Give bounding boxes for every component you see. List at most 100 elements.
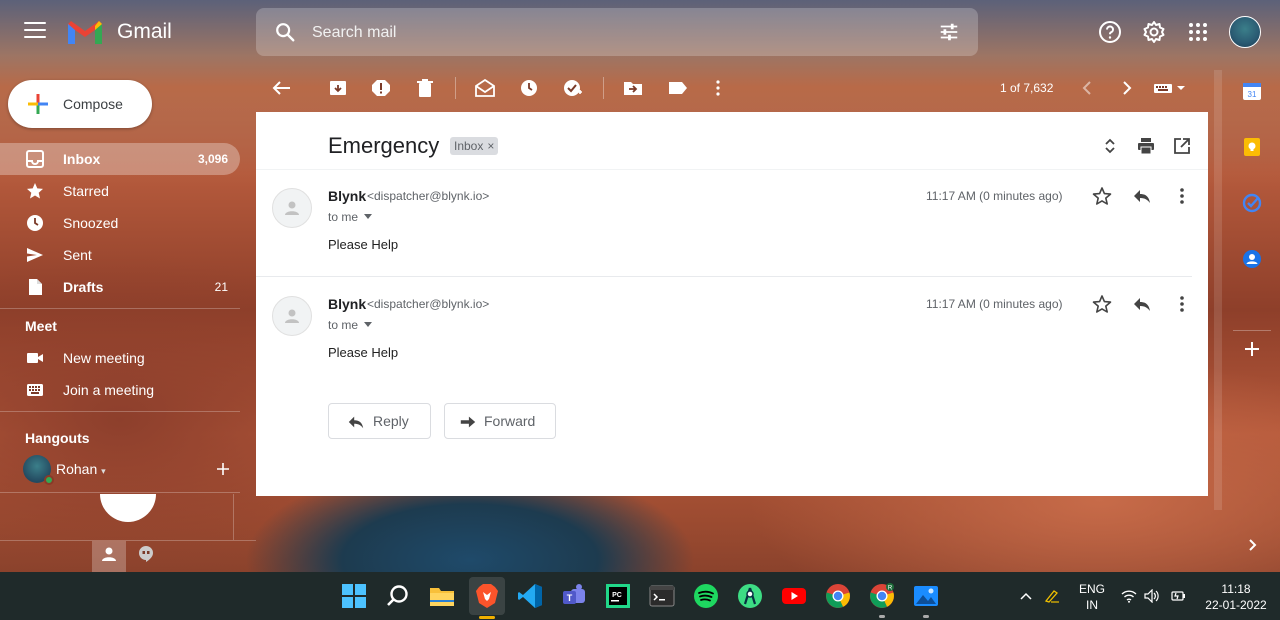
open-in-new-window-icon[interactable] — [1173, 137, 1191, 155]
sidebar-item-drafts[interactable]: Drafts 21 — [0, 271, 240, 303]
move-to-folder-icon[interactable] — [623, 79, 643, 97]
teams-icon[interactable]: T — [561, 583, 587, 609]
expand-all-icon[interactable] — [1101, 137, 1119, 155]
reply-arrow-icon[interactable] — [1132, 294, 1152, 314]
sidebar-divider — [0, 411, 240, 412]
hangouts-divider — [0, 492, 240, 493]
sender-avatar[interactable] — [272, 296, 312, 336]
spotify-icon[interactable] — [693, 583, 719, 609]
hangouts-user-label: Rohan — [56, 461, 98, 477]
get-addons-plus-icon[interactable] — [1242, 339, 1262, 359]
calendar-icon[interactable]: 31 — [1242, 81, 1262, 101]
forward-label: Forward — [484, 413, 536, 429]
chrome-profile-icon[interactable]: R — [869, 583, 895, 609]
new-meeting-button[interactable]: New meeting — [0, 342, 240, 374]
online-status-dot — [44, 475, 54, 485]
chrome-icon[interactable] — [825, 583, 851, 609]
snooze-clock-icon[interactable] — [519, 79, 539, 97]
vscode-icon[interactable] — [517, 583, 543, 609]
battery-icon[interactable] — [1170, 589, 1186, 603]
add-contact-plus-icon[interactable] — [216, 462, 230, 476]
back-arrow-icon[interactable] — [272, 79, 292, 97]
terminal-icon[interactable] — [649, 583, 675, 609]
message-body: Please Help — [328, 237, 399, 252]
delete-trash-icon[interactable] — [415, 79, 435, 97]
sidebar-item-starred[interactable]: Starred — [0, 175, 240, 207]
message-toolbar — [256, 64, 1216, 112]
inbox-label-chip[interactable]: Inbox × — [450, 137, 499, 155]
email-subject: Emergency — [328, 133, 440, 158]
input-language-top[interactable]: ENG — [1074, 582, 1110, 596]
more-vert-icon[interactable] — [1172, 294, 1192, 314]
search-bar[interactable] — [256, 8, 978, 56]
show-details-chevron-icon[interactable] — [364, 214, 372, 219]
apps-grid-icon[interactable] — [1186, 20, 1210, 44]
account-avatar[interactable] — [1229, 16, 1261, 48]
show-side-panel-chevron-icon[interactable] — [1242, 535, 1262, 555]
tasks-icon[interactable] — [1242, 193, 1262, 213]
sidebar-item-sent[interactable]: Sent — [0, 239, 240, 271]
scrollbar[interactable] — [1214, 70, 1222, 510]
star-outline-icon[interactable] — [1092, 186, 1112, 206]
pagination-count: 1 of 7,632 — [1000, 81, 1054, 95]
keep-icon[interactable] — [1242, 137, 1262, 157]
photos-icon[interactable] — [913, 583, 939, 609]
forward-arrow-icon — [460, 416, 476, 428]
sender-name[interactable]: Blynk — [328, 296, 366, 312]
contacts-icon[interactable] — [1242, 249, 1262, 269]
wifi-icon[interactable] — [1121, 589, 1137, 603]
message-time: 11:17 AM (0 minutes ago) — [926, 297, 1063, 311]
email-thread-panel: Emergency Inbox × Blynk <dispatcher@blynk… — [256, 112, 1208, 496]
star-outline-icon[interactable] — [1092, 294, 1112, 314]
meet-section-title: Meet — [25, 318, 57, 334]
reply-arrow-icon[interactable] — [1132, 186, 1152, 206]
clock-date[interactable]: 22-01-2022 — [1196, 598, 1276, 612]
remove-label-icon[interactable]: × — [487, 139, 494, 153]
sender-avatar[interactable] — [272, 188, 312, 228]
help-icon[interactable] — [1098, 20, 1122, 44]
show-hidden-icons-chevron-icon[interactable] — [1018, 589, 1034, 603]
show-details-chevron-icon[interactable] — [364, 322, 372, 327]
forward-button[interactable]: Forward — [444, 403, 556, 439]
pycharm-icon[interactable]: PC — [605, 583, 631, 609]
newer-chevron-left-icon[interactable] — [1078, 79, 1098, 97]
hangouts-user-name[interactable]: Rohan ▾ — [56, 461, 106, 477]
pen-input-icon[interactable] — [1044, 589, 1060, 603]
older-chevron-right-icon[interactable] — [1116, 79, 1136, 97]
more-vert-icon[interactable] — [1172, 186, 1192, 206]
android-studio-icon[interactable] — [737, 583, 763, 609]
archive-icon[interactable] — [328, 79, 348, 97]
compose-button[interactable]: Compose — [8, 80, 152, 128]
volume-icon[interactable] — [1144, 589, 1160, 603]
hangouts-quote-icon[interactable] — [136, 544, 156, 564]
sidebar-item-inbox[interactable]: Inbox 3,096 — [0, 143, 240, 175]
print-icon[interactable] — [1137, 137, 1155, 155]
reply-button[interactable]: Reply — [328, 403, 431, 439]
mark-unread-icon[interactable] — [475, 79, 495, 97]
sidebar-item-label: Starred — [63, 183, 109, 199]
hangouts-divider — [233, 494, 234, 540]
star-icon — [27, 183, 43, 199]
report-spam-icon[interactable] — [371, 79, 391, 97]
join-meeting-button[interactable]: Join a meeting — [0, 374, 240, 406]
message-body: Please Help — [328, 345, 399, 360]
settings-gear-icon[interactable] — [1142, 20, 1166, 44]
clock-time[interactable]: 11:18 — [1196, 582, 1276, 596]
more-options-icon[interactable] — [708, 79, 728, 97]
label-tag-icon[interactable] — [668, 79, 688, 97]
input-tools-keyboard-icon[interactable] — [1153, 79, 1187, 97]
search-input[interactable] — [312, 22, 912, 44]
search-icon[interactable] — [385, 583, 411, 609]
search-icon[interactable] — [274, 21, 296, 43]
brave-browser-icon — [476, 584, 498, 608]
keyboard-icon — [27, 384, 43, 396]
sidebar-item-snoozed[interactable]: Snoozed — [0, 207, 240, 239]
sidebar-item-label: Inbox — [63, 151, 101, 167]
sender-name[interactable]: Blynk — [328, 188, 366, 204]
file-explorer-icon[interactable] — [429, 583, 455, 609]
windows-start-icon[interactable] — [341, 583, 367, 609]
search-options-icon[interactable] — [938, 21, 960, 43]
youtube-icon[interactable] — [781, 583, 807, 609]
input-language-bottom[interactable]: IN — [1074, 598, 1110, 612]
add-to-tasks-icon[interactable] — [563, 79, 583, 97]
